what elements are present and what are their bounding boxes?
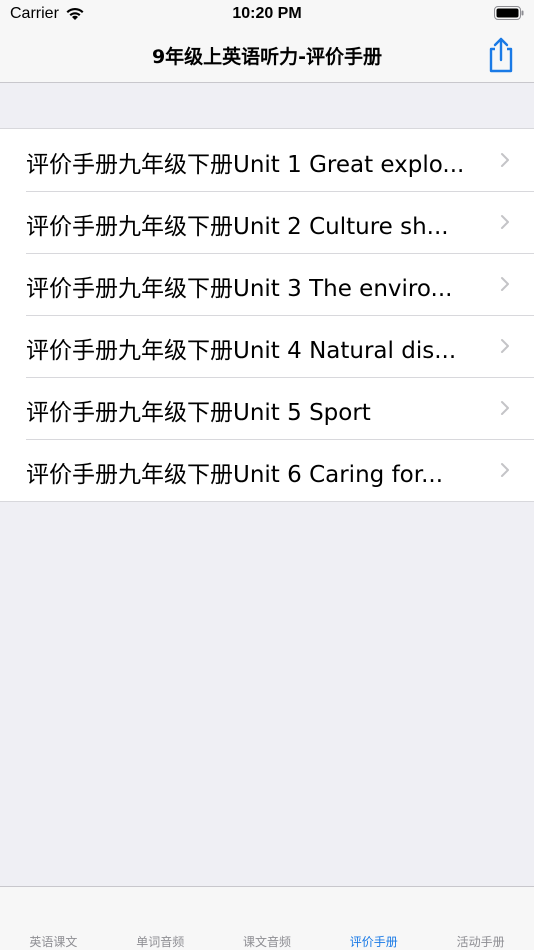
list-item-label: 评价手册九年级下册Unit 6 Caring for... <box>26 462 444 488</box>
list-item[interactable]: 评价手册九年级下册Unit 3 The enviro... <box>0 253 534 315</box>
page-title: 9年级上英语听力-评价手册 <box>151 46 383 68</box>
list-item-label: 评价手册九年级下册Unit 5 Sport <box>26 400 371 426</box>
list-item-label: 评价手册九年级下册Unit 1 Great explo... <box>26 152 465 178</box>
tab-label: 课文音频 <box>242 935 291 949</box>
status-bar: Carrier 10:20 PM <box>0 0 534 30</box>
chevron-right-icon <box>501 401 509 415</box>
list-item-label: 评价手册九年级下册Unit 4 Natural dis... <box>26 338 457 364</box>
chevron-right-icon <box>501 215 509 229</box>
tab-english-texts[interactable]: 英语课文 <box>0 887 107 950</box>
chevron-right-icon <box>501 339 509 353</box>
battery-icon <box>494 6 524 20</box>
list-item[interactable]: 评价手册九年级下册Unit 6 Caring for... <box>0 439 534 501</box>
tab-word-audio[interactable]: 单词音频 <box>107 887 214 950</box>
tab-bar: 英语课文 单词音频 课文音频 评价手册 活动手册 <box>0 886 534 950</box>
list-item[interactable]: 评价手册九年级下册Unit 4 Natural dis... <box>0 315 534 377</box>
tab-label: 评价手册 <box>349 935 398 949</box>
chevron-right-icon <box>501 153 509 167</box>
list-item[interactable]: 评价手册九年级下册Unit 2 Culture sh... <box>0 191 534 253</box>
list-item-label: 评价手册九年级下册Unit 2 Culture sh... <box>26 214 449 240</box>
list-item[interactable]: 评价手册九年级下册Unit 1 Great explo... <box>0 129 534 191</box>
tab-evaluation-handbook[interactable]: 评价手册 <box>320 887 427 950</box>
tab-text-audio[interactable]: 课文音频 <box>214 887 321 950</box>
tab-label: 活动手册 <box>456 935 505 949</box>
share-icon[interactable] <box>484 36 518 74</box>
tab-label: 单词音频 <box>136 935 185 949</box>
list-item-label: 评价手册九年级下册Unit 3 The enviro... <box>26 276 453 302</box>
tab-activity-handbook[interactable]: 活动手册 <box>427 887 534 950</box>
list-item[interactable]: 评价手册九年级下册Unit 5 Sport <box>0 377 534 439</box>
unit-list: 评价手册九年级下册Unit 1 Great explo... 评价手册九年级下册… <box>0 128 534 502</box>
tab-label: 英语课文 <box>29 935 78 949</box>
status-time: 10:20 PM <box>232 5 302 22</box>
chevron-right-icon <box>501 277 509 291</box>
chevron-right-icon <box>501 463 509 477</box>
app-screen: Carrier 10:20 PM 9年级上英语听力-评价手册 评价手册九年级下册… <box>0 0 534 950</box>
navigation-bar: 9年级上英语听力-评价手册 <box>0 30 534 83</box>
